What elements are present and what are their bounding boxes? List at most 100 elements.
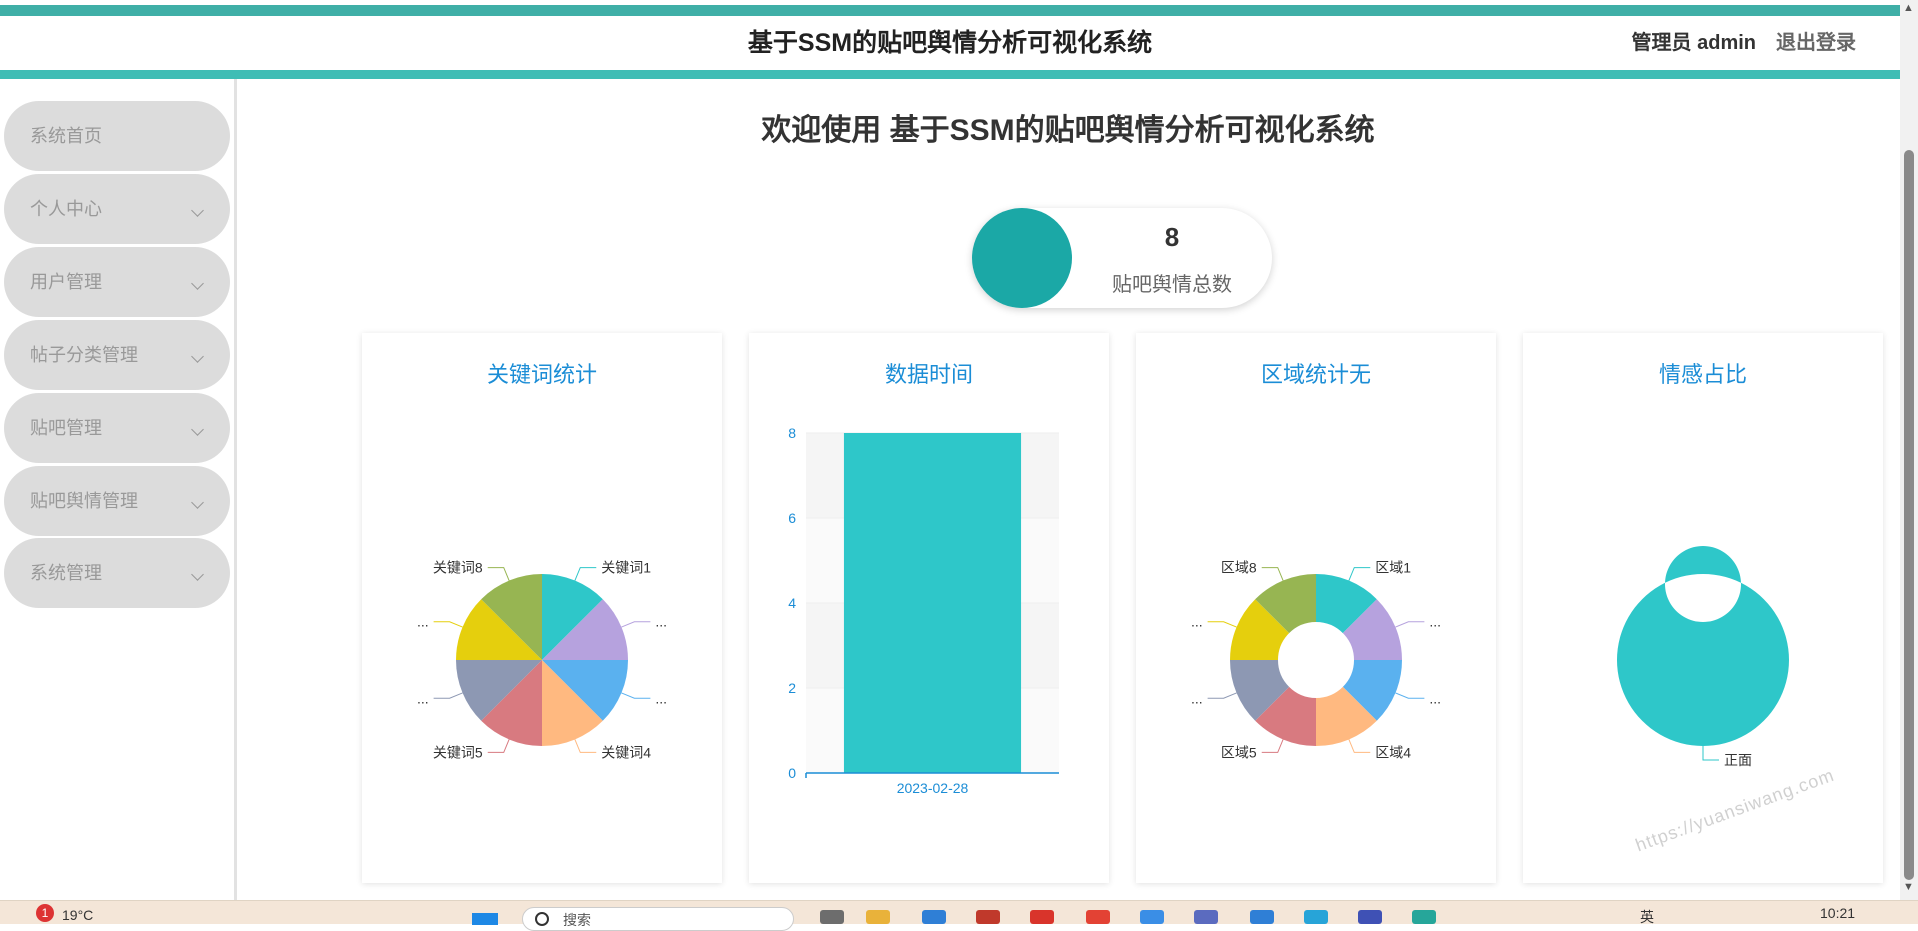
pie-label-line: [1207, 621, 1237, 628]
pie-label-line: [1207, 692, 1237, 699]
pie-label: 关键词8: [433, 560, 483, 576]
scroll-up-arrow-icon[interactable]: ▲: [1903, 2, 1914, 14]
pie-label: ...: [1191, 690, 1203, 706]
taskbar-search-placeholder: 搜索: [563, 912, 591, 928]
scroll-down-arrow-icon[interactable]: ▼: [1903, 881, 1914, 893]
pie-label: 区域8: [1221, 560, 1257, 576]
pie-label: ...: [655, 614, 667, 630]
y-tick-label: 2: [788, 680, 796, 696]
browser-icon[interactable]: [1412, 910, 1436, 924]
sentiment-donut-chart: 正面: [1616, 546, 1789, 768]
pie-label: ...: [417, 690, 429, 706]
folder-icon[interactable]: [866, 910, 890, 924]
pie-label: ...: [1191, 614, 1203, 630]
pie-label: 区域4: [1375, 744, 1411, 760]
sidebar-item-label: 贴吧管理: [30, 418, 102, 438]
date-chart-card: 数据时间 0 2 4 6 8 2023-02-28: [749, 333, 1109, 883]
pie-label-line: [1261, 739, 1284, 753]
pie-label: 关键词1: [601, 560, 651, 576]
taskbar-app-icon[interactable]: [976, 910, 1000, 924]
header-bottom-bar: [0, 70, 1900, 79]
pie-label-line: [621, 621, 651, 628]
stat-icon: [972, 208, 1072, 308]
site-title: 基于SSM的贴吧舆情分析可视化系统: [747, 29, 1153, 57]
pie-label-line: [1395, 621, 1425, 628]
admin-user-label: 管理员 admin: [1631, 32, 1756, 54]
taskbar: 1 19°C 搜索 英 10:21: [0, 900, 1918, 931]
sidebar-item-personal-center[interactable]: 个人中心: [4, 174, 230, 244]
y-tick-label: 0: [788, 765, 796, 781]
sidebar-item-label: 系统管理: [30, 563, 102, 583]
sidebar-item-system-management[interactable]: 系统管理: [4, 538, 230, 608]
sidebar-item-label: 个人中心: [30, 199, 102, 219]
calendar-icon[interactable]: [1250, 910, 1274, 924]
date-bar-chart: 0 2 4 6 8 2023-02-28: [788, 425, 1059, 796]
pie-label: ...: [417, 614, 429, 630]
taskbar-app-icon[interactable]: [820, 910, 844, 924]
pie-label: 关键词4: [601, 744, 651, 760]
taskbar-search[interactable]: 搜索: [522, 907, 794, 931]
chevron-down-icon: [191, 568, 204, 581]
pie-label-line: [487, 739, 510, 753]
taskbar-app-icon[interactable]: [1194, 910, 1218, 924]
taskbar-app-icon[interactable]: [1304, 910, 1328, 924]
sidebar-item-post-category[interactable]: 帖子分类管理: [4, 320, 230, 390]
pie-slice[interactable]: [1616, 546, 1789, 746]
sidebar-item-label: 用户管理: [30, 272, 102, 292]
pie-label-line: [1702, 746, 1719, 761]
pie-label-line: [574, 567, 597, 581]
welcome-heading: 欢迎使用 基于SSM的贴吧舆情分析可视化系统: [761, 114, 1375, 147]
stat-value: 8: [1164, 222, 1180, 252]
sidebar-item-label: 系统首页: [30, 126, 102, 146]
stat-card: 8 贴吧舆情总数: [972, 208, 1272, 308]
chevron-down-icon: [191, 423, 204, 436]
pie-label-line: [1395, 692, 1425, 699]
weather-widget[interactable]: 19°C: [62, 907, 93, 923]
pie-label: ...: [655, 690, 667, 706]
sentiment-chart-card: 情感占比 正面: [1523, 333, 1883, 883]
windows-start-icon[interactable]: [472, 913, 498, 925]
mail-icon[interactable]: [922, 910, 946, 924]
sidebar: 系统首页 个人中心 用户管理 帖子分类管理 贴吧管理 贴吧舆情管理 系统管理: [0, 79, 236, 900]
pie-label-line: [1348, 567, 1371, 581]
sidebar-item-tieba-management[interactable]: 贴吧管理: [4, 393, 230, 463]
pie-label: 关键词5: [433, 744, 483, 760]
pie-label-line: [433, 621, 463, 628]
pie-label-line: [1261, 567, 1284, 581]
logout-button[interactable]: 退出登录: [1776, 16, 1856, 70]
pie-label-line: [1348, 739, 1371, 753]
bar[interactable]: [843, 433, 1022, 773]
taskbar-app-icon[interactable]: [1358, 910, 1382, 924]
sidebar-item-opinion-management[interactable]: 贴吧舆情管理: [4, 466, 230, 536]
chevron-down-icon: [191, 204, 204, 217]
sidebar-item-label: 帖子分类管理: [30, 345, 138, 365]
pie-label: 区域1: [1375, 560, 1411, 576]
scrollbar-thumb[interactable]: [1904, 150, 1914, 880]
sidebar-item-label: 贴吧舆情管理: [30, 491, 138, 511]
search-icon: [535, 912, 549, 926]
taskbar-app-icon[interactable]: [1140, 910, 1164, 924]
taskbar-app-icon[interactable]: [1030, 910, 1054, 924]
y-tick-label: 6: [788, 510, 796, 526]
top-stripe: [0, 5, 1900, 16]
region-donut-chart: 区域1...... 区域4 区域5...... 区域8: [1191, 560, 1441, 761]
chevron-down-icon: [191, 496, 204, 509]
y-tick-label: 8: [788, 425, 796, 441]
pie-label: ...: [1429, 614, 1441, 630]
input-language-indicator[interactable]: 英: [1640, 907, 1654, 927]
chevron-down-icon: [191, 277, 204, 290]
x-tick-label: 2023-02-28: [897, 780, 969, 796]
clock[interactable]: 10:21: [1820, 905, 1855, 921]
pie-label-line: [433, 692, 463, 699]
keyword-chart-card: 关键词统计 关键词1...... 关键词4 关键词5...... 关键词8: [362, 333, 722, 883]
pie-label-line: [487, 567, 510, 581]
sidebar-item-user-management[interactable]: 用户管理: [4, 247, 230, 317]
region-chart-card: 区域统计无 区域1...... 区域4 区域5...... 区域8: [1136, 333, 1496, 883]
chrome-icon[interactable]: [1086, 910, 1110, 924]
pie-label: 区域5: [1221, 744, 1257, 760]
chevron-down-icon: [191, 350, 204, 363]
pie-label-line: [621, 692, 651, 699]
keyword-pie-chart: 关键词1...... 关键词4 关键词5...... 关键词8: [417, 560, 667, 761]
notification-badge[interactable]: 1: [36, 904, 54, 922]
sidebar-item-home[interactable]: 系统首页: [4, 101, 230, 171]
